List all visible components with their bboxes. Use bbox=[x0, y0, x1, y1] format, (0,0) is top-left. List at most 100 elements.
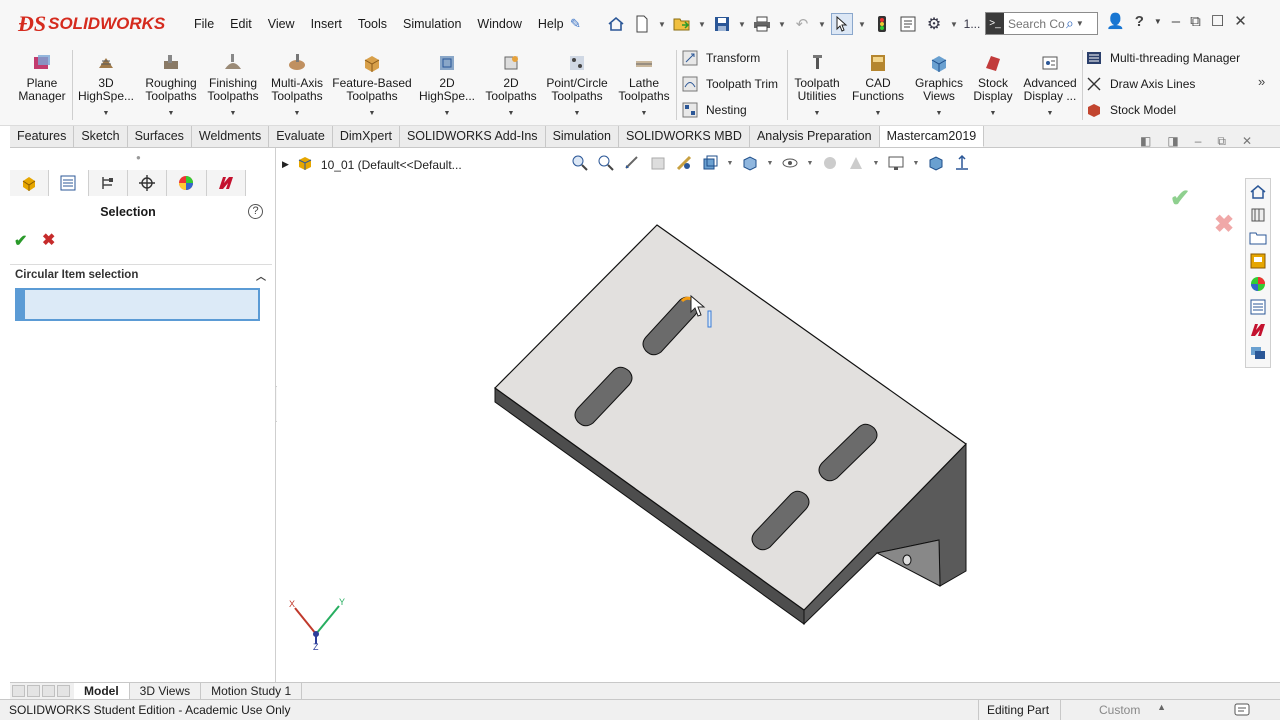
graphics-views-button[interactable]: Graphics Views ▼ bbox=[912, 48, 966, 120]
tab-mbd[interactable]: SOLIDWORKS MBD bbox=[618, 126, 750, 147]
apply-scene-icon[interactable] bbox=[846, 153, 866, 173]
tab-model[interactable]: Model bbox=[74, 683, 130, 699]
hide-show-items-icon[interactable] bbox=[780, 153, 800, 173]
2d-toolpaths-button[interactable]: 2D Toolpaths ▼ bbox=[481, 48, 541, 120]
dropdown-arrow-icon[interactable]: ▼ bbox=[1047, 107, 1054, 120]
view-settings-icon[interactable] bbox=[886, 153, 906, 173]
section-view-icon[interactable] bbox=[648, 153, 668, 173]
menu-help[interactable]: Help bbox=[530, 15, 572, 33]
last-tab-arrow-icon[interactable] bbox=[57, 685, 70, 697]
undo-icon[interactable]: ↶ bbox=[791, 13, 813, 35]
tab-evaluate[interactable]: Evaluate bbox=[269, 126, 333, 147]
plane-manager-button[interactable]: Plane Manager bbox=[18, 48, 66, 120]
property-manager-tab-icon[interactable] bbox=[49, 170, 89, 196]
menu-simulation[interactable]: Simulation bbox=[395, 15, 469, 33]
unit-system-selector[interactable]: Custom ▲ bbox=[1060, 700, 1180, 720]
custom-properties-icon[interactable] bbox=[1248, 297, 1268, 317]
view-orientation-icon[interactable] bbox=[700, 153, 720, 173]
close-icon[interactable]: ✕ bbox=[1234, 12, 1247, 30]
dropdown-arrow-icon[interactable]: ▼ bbox=[168, 107, 175, 120]
confirmation-corner-cancel-icon[interactable]: ✖ bbox=[1214, 210, 1234, 239]
dropdown-arrow-icon[interactable]: ▼ bbox=[936, 107, 943, 120]
menu-insert[interactable]: Insert bbox=[303, 15, 350, 33]
save-dropdown-icon[interactable]: ▼ bbox=[737, 13, 747, 35]
first-tab-arrow-icon[interactable] bbox=[12, 685, 25, 697]
circular-item-selection-group[interactable]: Circular Item selection ︿ bbox=[10, 264, 272, 284]
menu-file[interactable]: File bbox=[186, 15, 222, 33]
configuration-manager-tab-icon[interactable] bbox=[88, 170, 128, 196]
advanced-display-button[interactable]: Advanced Display ... ▼ bbox=[1020, 48, 1080, 120]
tab-dimxpert[interactable]: DimXpert bbox=[332, 126, 400, 147]
pin-menu-icon[interactable]: ✎ bbox=[570, 16, 581, 32]
help-icon[interactable]: ? bbox=[248, 204, 263, 219]
display-style-icon[interactable] bbox=[740, 153, 760, 173]
undo-dropdown-icon[interactable]: ▼ bbox=[817, 13, 827, 35]
forum-icon[interactable] bbox=[1248, 343, 1268, 363]
tab-motion-study-1[interactable]: Motion Study 1 bbox=[201, 683, 303, 699]
magnifier-icon[interactable]: ⌕ bbox=[1066, 15, 1074, 32]
3d-view-cube-icon[interactable] bbox=[926, 153, 946, 173]
view-settings-dropdown-icon[interactable]: ▼ bbox=[912, 153, 920, 173]
tile-right-icon[interactable]: ◨ bbox=[1167, 134, 1178, 149]
prev-tab-arrow-icon[interactable] bbox=[27, 685, 40, 697]
dropdown-arrow-icon[interactable]: ▼ bbox=[369, 107, 376, 120]
rebuild-status-icon[interactable] bbox=[1234, 702, 1250, 717]
tab-surfaces[interactable]: Surfaces bbox=[127, 126, 192, 147]
dimxpert-manager-tab-icon[interactable] bbox=[127, 170, 168, 196]
rebuild-traffic-light-icon[interactable] bbox=[871, 13, 893, 35]
lathe-toolpaths-button[interactable]: Lathe Toolpaths ▼ bbox=[614, 48, 674, 120]
dropdown-arrow-icon[interactable]: ▼ bbox=[641, 107, 648, 120]
tab-features[interactable]: Features bbox=[10, 126, 75, 147]
dropdown-arrow-icon[interactable]: ▼ bbox=[444, 107, 451, 120]
stock-display-button[interactable]: Stock Display ▼ bbox=[970, 48, 1016, 120]
dropdown-arrow-icon[interactable]: ▼ bbox=[814, 107, 821, 120]
view-orientation-dropdown-icon[interactable]: ▼ bbox=[726, 153, 734, 173]
select-pointer-icon[interactable] bbox=[831, 13, 853, 35]
menu-window[interactable]: Window bbox=[469, 15, 529, 33]
stock-model-button[interactable]: Stock Model bbox=[1086, 99, 1176, 121]
point-circle-toolpaths-button[interactable]: Point/Circle Toolpaths ▼ bbox=[544, 48, 610, 120]
design-library-icon[interactable] bbox=[1248, 205, 1268, 225]
tab-sketch[interactable]: Sketch bbox=[74, 126, 128, 147]
help-dropdown-icon[interactable]: ▼ bbox=[1154, 17, 1162, 26]
tab-analysis-preparation[interactable]: Analysis Preparation bbox=[749, 126, 880, 147]
select-dropdown-icon[interactable]: ▼ bbox=[857, 13, 867, 35]
tab-weldments[interactable]: Weldments bbox=[191, 126, 270, 147]
panel-grip-icon[interactable]: ● bbox=[136, 153, 141, 162]
ok-check-button[interactable]: ✔ bbox=[14, 231, 27, 251]
normal-to-icon[interactable] bbox=[952, 153, 972, 173]
dropdown-arrow-icon[interactable]: ▼ bbox=[230, 107, 237, 120]
user-account-icon[interactable]: 👤 bbox=[1106, 12, 1125, 30]
tab-addins[interactable]: SOLIDWORKS Add-Ins bbox=[399, 126, 546, 147]
dropdown-arrow-icon[interactable]: ▼ bbox=[103, 107, 110, 120]
open-icon[interactable] bbox=[671, 13, 693, 35]
options-dropdown-icon[interactable]: ▼ bbox=[949, 13, 959, 35]
doc-minimize-icon[interactable]: – bbox=[1195, 134, 1202, 149]
solidworks-logo[interactable]: ƉS SOLIDWORKS bbox=[18, 6, 165, 42]
save-icon[interactable] bbox=[711, 13, 733, 35]
apply-scene-dropdown-icon[interactable]: ▼ bbox=[872, 153, 880, 173]
new-dropdown-icon[interactable]: ▼ bbox=[657, 13, 667, 35]
menu-tools[interactable]: Tools bbox=[350, 15, 395, 33]
toolpath-utilities-button[interactable]: Toolpath Utilities ▼ bbox=[789, 48, 845, 120]
help-icon[interactable]: ? bbox=[1135, 13, 1144, 30]
tab-simulation[interactable]: Simulation bbox=[545, 126, 619, 147]
unit-caret-icon[interactable]: ▲ bbox=[1157, 702, 1166, 712]
toolpath-trim-button[interactable]: Toolpath Trim bbox=[682, 73, 778, 95]
previous-view-icon[interactable] bbox=[622, 153, 642, 173]
roughing-toolpaths-button[interactable]: Roughing Toolpaths ▼ bbox=[139, 48, 203, 120]
open-dropdown-icon[interactable]: ▼ bbox=[697, 13, 707, 35]
confirmation-corner-ok-icon[interactable]: ✔ bbox=[1170, 184, 1190, 213]
dropdown-arrow-icon[interactable]: ▼ bbox=[294, 107, 301, 120]
search-input[interactable] bbox=[1004, 16, 1066, 31]
display-manager-tab-icon[interactable] bbox=[167, 170, 207, 196]
edit-appearance-icon[interactable] bbox=[820, 153, 840, 173]
dropdown-arrow-icon[interactable]: ▼ bbox=[574, 107, 581, 120]
menu-view[interactable]: View bbox=[260, 15, 303, 33]
3d-highspeed-button[interactable]: 3D HighSpe... ▼ bbox=[75, 48, 137, 120]
solidworks-resources-icon[interactable] bbox=[1248, 182, 1268, 202]
menu-edit[interactable]: Edit bbox=[222, 15, 260, 33]
doc-close-icon[interactable]: ✕ bbox=[1242, 134, 1252, 149]
draw-axis-lines-button[interactable]: Draw Axis Lines bbox=[1086, 73, 1195, 95]
print-icon[interactable] bbox=[751, 13, 773, 35]
